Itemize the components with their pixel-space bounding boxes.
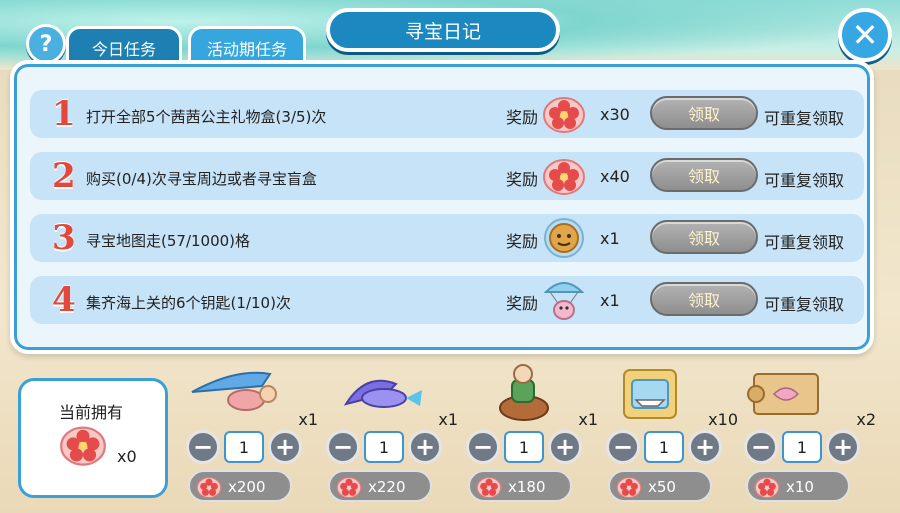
item-price: x220 xyxy=(368,478,406,496)
page-title: 寻宝日记 xyxy=(326,8,560,52)
quantity-input[interactable]: 1 xyxy=(644,431,684,463)
quantity-stepper: − 1 + xyxy=(466,430,582,464)
reward-quantity: x1 xyxy=(600,229,620,248)
reward-quantity: x30 xyxy=(600,105,630,124)
reward-label: 奖励 xyxy=(506,170,539,189)
task-number: 1 xyxy=(52,94,76,134)
item-price: x50 xyxy=(648,478,676,496)
task-number: 3 xyxy=(52,218,76,258)
rider-character-icon xyxy=(499,364,549,421)
claim-button[interactable]: 领取 xyxy=(650,158,758,192)
red-flower-shell-icon xyxy=(754,476,780,499)
task-description: 打开全部5个茜茜公主礼物盒(3/5)次 xyxy=(86,108,327,126)
claim-button[interactable]: 领取 xyxy=(650,220,758,254)
item-price: x10 xyxy=(786,478,814,496)
item-multiplier: x1 xyxy=(298,410,318,429)
buy-button[interactable]: x10 xyxy=(746,470,850,502)
shop-item: x1 − 1 + x220 xyxy=(326,364,458,510)
quantity-stepper: − 1 + xyxy=(606,430,722,464)
shop-item: x2 − 1 + x10 xyxy=(744,364,876,510)
decrease-button[interactable]: − xyxy=(606,430,640,464)
reward-label: 奖励 xyxy=(506,294,539,313)
close-x-icon: ✕ xyxy=(851,16,879,54)
repeatable-label: 可重复领取 xyxy=(764,295,845,314)
buy-button[interactable]: x200 xyxy=(188,470,292,502)
shop-item: x1 − 1 + x180 xyxy=(466,364,598,510)
red-flower-shell-icon xyxy=(543,159,585,195)
owned-currency-panel: 当前拥有 x0 xyxy=(18,378,168,498)
reward-quantity: x1 xyxy=(600,291,620,310)
item-multiplier: x1 xyxy=(578,410,598,429)
increase-button[interactable]: + xyxy=(408,430,442,464)
treasure-map-icon xyxy=(747,373,819,415)
task-description: 集齐海上关的6个钥匙(1/10)次 xyxy=(86,294,291,312)
quantity-stepper: − 1 + xyxy=(326,430,442,464)
claim-button[interactable]: 领取 xyxy=(650,282,758,316)
buy-button[interactable]: x50 xyxy=(608,470,712,502)
task-row: 2 购买(0/4)次寻宝周边或者寻宝盲盒 奖励 x40 领取 可重复领取 xyxy=(30,152,864,200)
item-price: x180 xyxy=(508,478,546,496)
red-flower-shell-icon xyxy=(336,476,362,499)
red-flower-shell-icon xyxy=(616,476,642,499)
increase-button[interactable]: + xyxy=(268,430,302,464)
quantity-input[interactable]: 1 xyxy=(224,431,264,463)
task-row: 4 集齐海上关的6个钥匙(1/10)次 奖励 x1 领取 可重复领取 xyxy=(30,276,864,324)
task-row: 3 寻宝地图走(57/1000)格 奖励 x1 领取 可重复领取 xyxy=(30,214,864,262)
item-multiplier: x1 xyxy=(438,410,458,429)
shop-item: x1 − 1 + x200 xyxy=(186,364,318,510)
repeatable-label: 可重复领取 xyxy=(764,109,845,128)
red-flower-shell-icon xyxy=(543,97,585,133)
shop-item: x10 − 1 + x50 xyxy=(606,364,738,510)
increase-button[interactable]: + xyxy=(688,430,722,464)
buy-button[interactable]: x180 xyxy=(468,470,572,502)
increase-button[interactable]: + xyxy=(826,430,860,464)
flying-fish-icon xyxy=(343,379,422,408)
help-button[interactable]: ? xyxy=(26,24,66,64)
reward-label: 奖励 xyxy=(506,232,539,251)
golden-orb-icon xyxy=(544,218,584,258)
close-button[interactable]: ✕ xyxy=(838,8,892,62)
decrease-button[interactable]: − xyxy=(186,430,220,464)
task-number: 2 xyxy=(52,156,76,196)
decrease-button[interactable]: − xyxy=(744,430,778,464)
task-row: 1 打开全部5个茜茜公主礼物盒(3/5)次 奖励 x30 领取 可重复领取 xyxy=(30,90,864,138)
claim-button[interactable]: 领取 xyxy=(650,96,758,130)
reward-label: 奖励 xyxy=(506,108,539,127)
owned-count: x0 xyxy=(117,447,137,466)
item-multiplier: x10 xyxy=(708,410,738,429)
decrease-button[interactable]: − xyxy=(326,430,360,464)
parachute-fish-icon xyxy=(543,282,585,320)
red-flower-shell-icon xyxy=(60,426,106,466)
item-multiplier: x2 xyxy=(856,410,876,429)
item-price: x200 xyxy=(228,478,266,496)
repeatable-label: 可重复领取 xyxy=(764,233,845,252)
task-description: 购买(0/4)次寻宝周边或者寻宝盲盒 xyxy=(86,170,317,188)
task-description: 寻宝地图走(57/1000)格 xyxy=(86,232,251,250)
red-flower-shell-icon xyxy=(196,476,222,499)
quantity-input[interactable]: 1 xyxy=(364,431,404,463)
red-flower-shell-icon xyxy=(476,476,502,499)
buy-button[interactable]: x220 xyxy=(328,470,432,502)
owned-label: 当前拥有 xyxy=(59,403,124,422)
quantity-input[interactable]: 1 xyxy=(504,431,544,463)
increase-button[interactable]: + xyxy=(548,430,582,464)
question-icon: ? xyxy=(39,31,53,57)
glider-icon xyxy=(191,371,277,411)
quantity-input[interactable]: 1 xyxy=(782,431,822,463)
task-number: 4 xyxy=(52,280,76,320)
quantity-stepper: − 1 + xyxy=(186,430,302,464)
decrease-button[interactable]: − xyxy=(466,430,500,464)
quantity-stepper: − 1 + xyxy=(744,430,860,464)
reward-quantity: x40 xyxy=(600,167,630,186)
repeatable-label: 可重复领取 xyxy=(764,171,845,190)
